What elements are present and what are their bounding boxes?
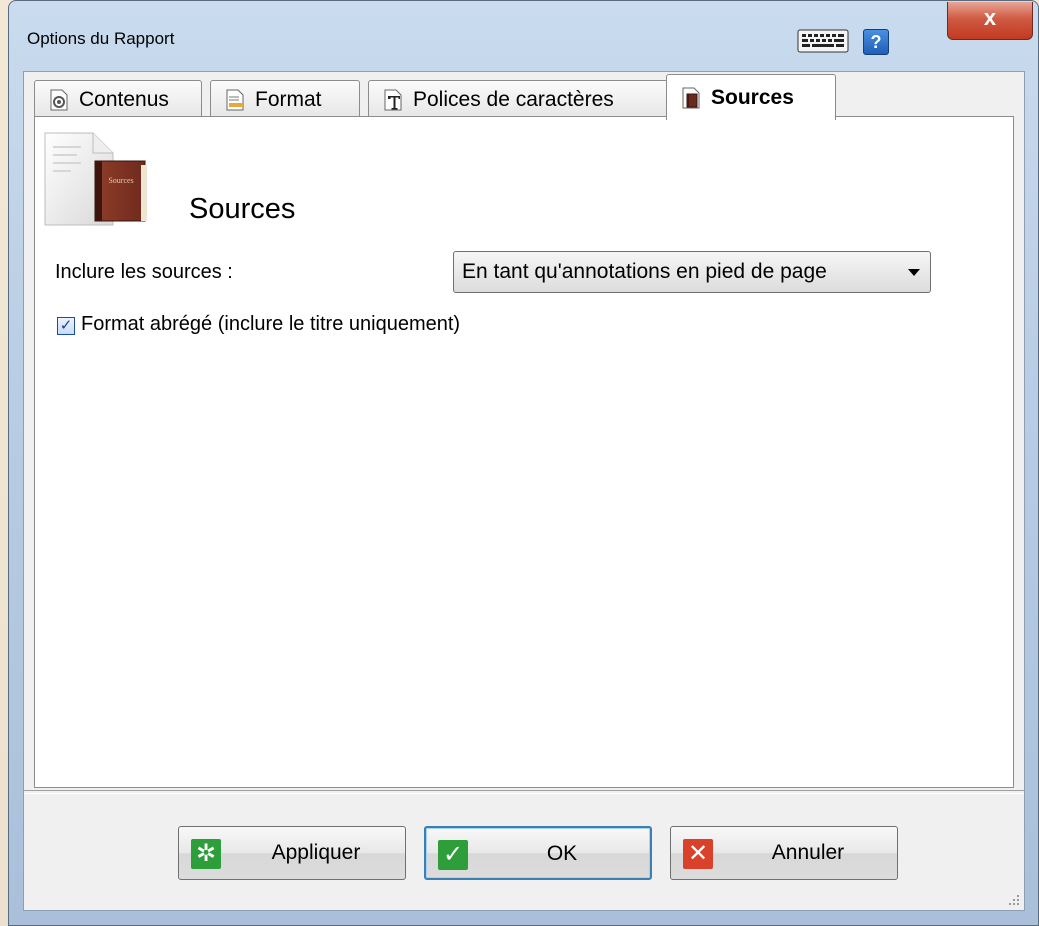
close-icon: ✕ bbox=[683, 839, 713, 869]
tab-label: Format bbox=[255, 87, 322, 111]
book-icon: Sources bbox=[44, 132, 147, 226]
font-icon bbox=[384, 89, 402, 110]
divider bbox=[24, 790, 1024, 794]
tab-polices[interactable]: Polices de caractères bbox=[368, 80, 668, 118]
section-title: Sources bbox=[189, 193, 296, 225]
keyboard-icon[interactable] bbox=[797, 29, 849, 53]
tab-sources[interactable]: Sources bbox=[666, 74, 836, 120]
book-cover-text: Sources bbox=[108, 176, 133, 185]
include-sources-value: En tant qu'annotations en pied de page bbox=[462, 260, 827, 283]
cancel-button[interactable]: ✕ Annuler bbox=[670, 826, 898, 880]
book-icon bbox=[682, 87, 700, 108]
resize-grip-icon[interactable] bbox=[1006, 892, 1020, 906]
format-icon bbox=[226, 89, 244, 110]
ok-label: OK bbox=[546, 842, 578, 865]
ok-button[interactable]: ✓ OK bbox=[424, 826, 652, 880]
help-button[interactable]: ? bbox=[863, 29, 889, 55]
tab-label: Polices de caractères bbox=[413, 87, 614, 111]
sparkle-icon: ✲ bbox=[191, 839, 221, 869]
dialog-window: Options du Rapport ? x Contenus Format P… bbox=[8, 0, 1039, 926]
include-sources-label: Inclure les sources : bbox=[55, 261, 233, 283]
dialog-client-area: Contenus Format Polices de caractères So… bbox=[23, 71, 1025, 911]
tab-label: Sources bbox=[711, 85, 794, 109]
chevron-down-icon bbox=[908, 269, 920, 276]
gear-document-icon bbox=[50, 89, 68, 110]
checkmark-icon: ✓ bbox=[438, 840, 468, 870]
tab-label: Contenus bbox=[79, 87, 169, 111]
short-format-checkbox[interactable]: ✓ bbox=[57, 317, 75, 335]
tab-format[interactable]: Format bbox=[210, 80, 360, 118]
window-title: Options du Rapport bbox=[27, 29, 175, 48]
close-button[interactable]: x bbox=[947, 2, 1033, 40]
title-bar[interactable]: Options du Rapport ? x bbox=[9, 1, 1038, 77]
apply-label: Appliquer bbox=[271, 841, 361, 864]
tab-contenus[interactable]: Contenus bbox=[34, 80, 202, 118]
apply-button[interactable]: ✲ Appliquer bbox=[178, 826, 406, 880]
cancel-label: Annuler bbox=[771, 841, 845, 864]
sources-panel: Sources Sources Inclure les sources : En… bbox=[34, 116, 1014, 788]
include-sources-select[interactable]: En tant qu'annotations en pied de page bbox=[453, 251, 931, 293]
short-format-label[interactable]: Format abrégé (inclure le titre uniqueme… bbox=[81, 313, 460, 336]
